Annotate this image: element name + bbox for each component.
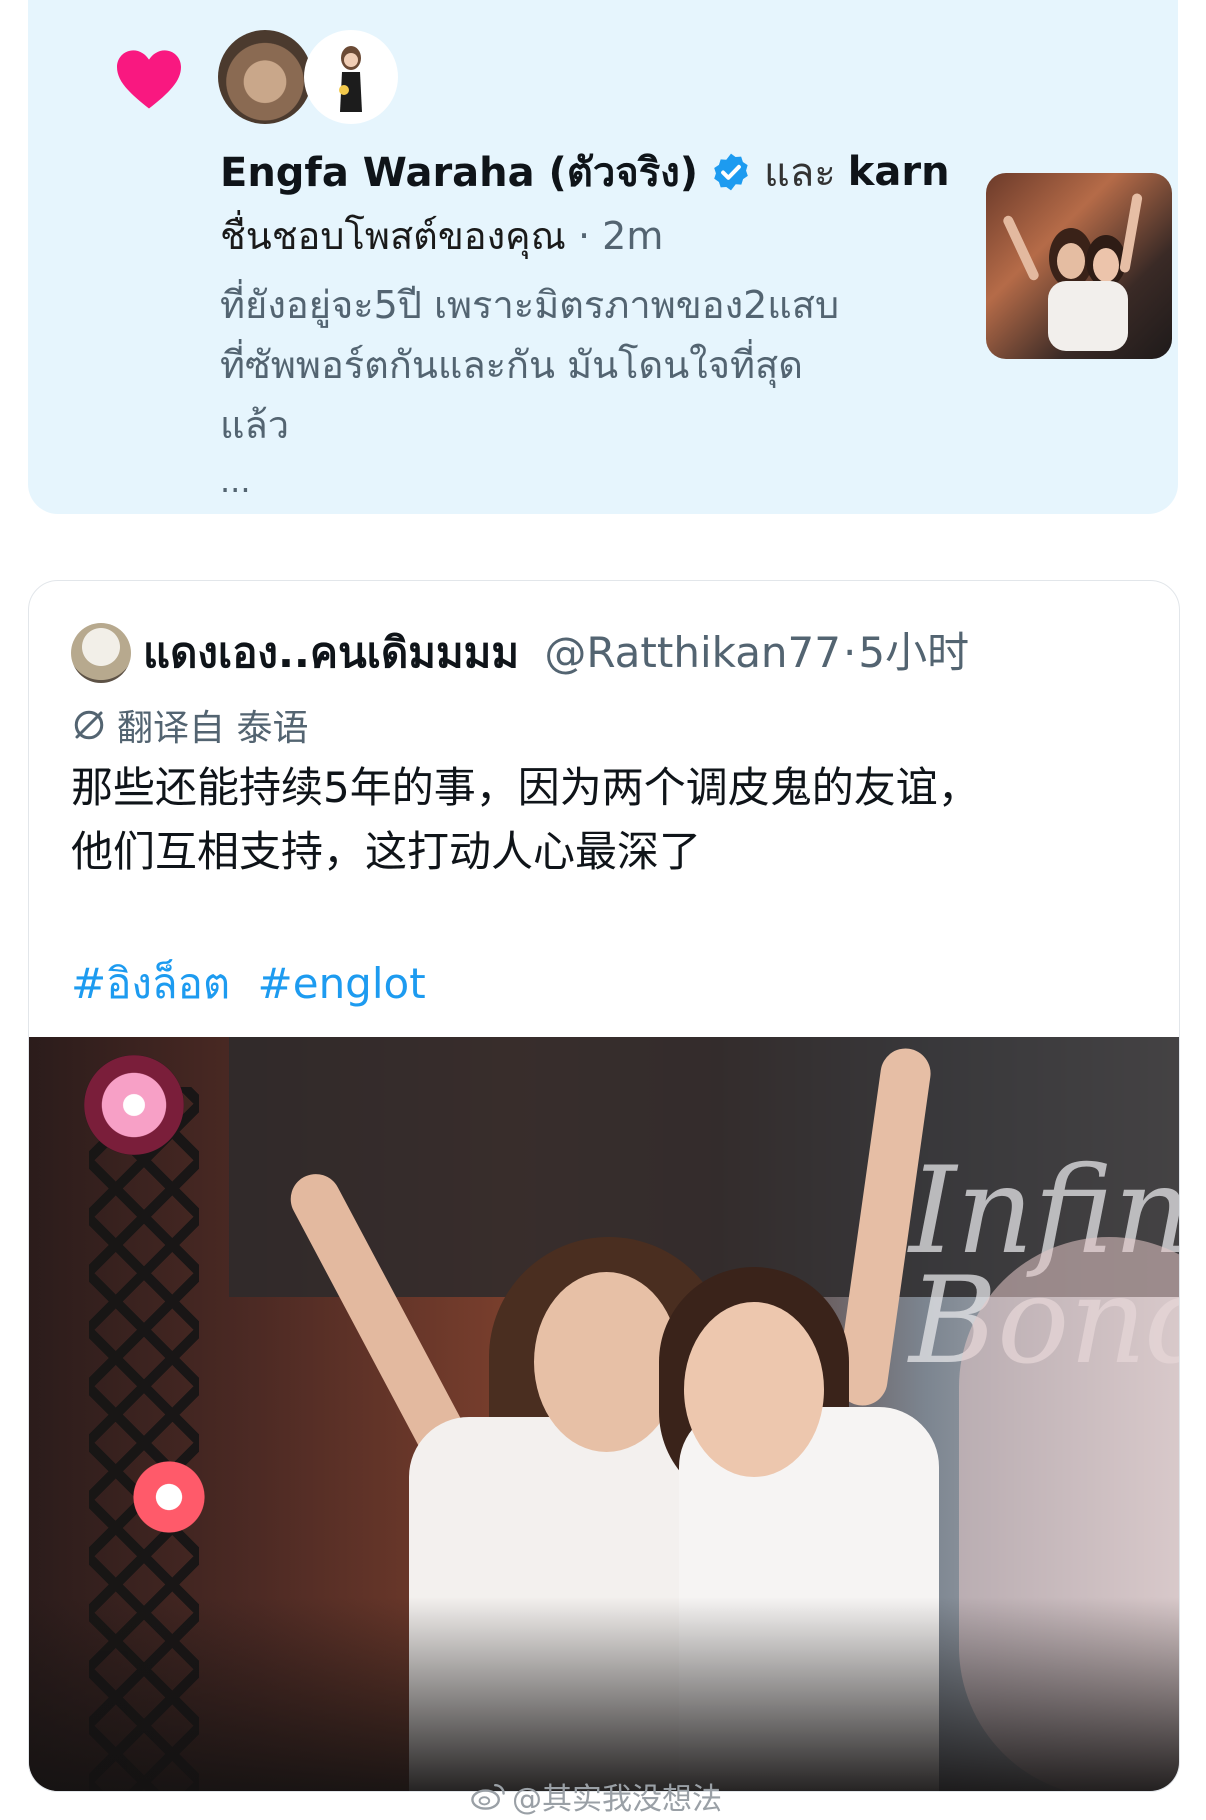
heart-icon [117, 50, 181, 109]
tweet-text-line: 那些还能持续5年的事，因为两个调皮鬼的友谊， [71, 763, 980, 812]
separator-dot: · [843, 628, 857, 677]
actor-avatar-karn[interactable] [304, 30, 398, 124]
hashtag-link[interactable]: #englot [258, 959, 426, 1008]
preview-ellipsis: ... [220, 462, 251, 500]
author-display-name[interactable]: แดงเอง..คนเดิมมมม [143, 628, 519, 677]
stage-light [129, 1447, 209, 1547]
watermark-text: @其实我没想法 [512, 1782, 722, 1817]
actor2-name[interactable]: karn [848, 149, 950, 195]
crowd-foreground [29, 1597, 1179, 1791]
preview-line: ที่ยังอยู่จะ5ปี เพราะมิตรภาพของ2แสบ [220, 283, 840, 327]
hashtag-link[interactable]: #อิงล็อต [71, 959, 230, 1008]
tweet-text: 那些还能持续5年的事，因为两个调皮鬼的友谊， 他们互相支持，这打动人心最深了 [71, 756, 1151, 884]
verified-badge-icon [714, 153, 748, 191]
author-handle[interactable]: @Ratthikan77 [544, 628, 841, 677]
translation-label: 翻译自 泰语 [117, 708, 309, 749]
tweet-time[interactable]: 5小时 [858, 628, 969, 677]
quoted-tweet-card[interactable]: แดงเอง..คนเดิมมมม @Ratthikan77·5小时 翻译自 泰… [28, 580, 1180, 1792]
weibo-logo-icon [471, 1783, 505, 1810]
tweet-photo[interactable]: Infini Bond [29, 1037, 1179, 1791]
preview-line: ที่ซัพพอร์ตกันและกัน มันโดนใจที่สุด [220, 343, 803, 387]
tweet-text-line: 他们互相支持，这打动人心最深了 [71, 827, 702, 876]
stage-light [84, 1055, 184, 1155]
translate-icon [74, 710, 104, 740]
notification-post-preview: ที่ยังอยู่จะ5ปี เพราะมิตรภาพของ2แสบ ที่ซ… [220, 275, 940, 455]
actor1-name[interactable]: Engfa Waraha (ตัวจริง) [220, 140, 698, 204]
thumbnail-photo [1003, 193, 1143, 351]
notification-title: Engfa Waraha (ตัวจริง) และ karn [220, 140, 950, 204]
actor-avatar-engfa[interactable] [218, 30, 312, 124]
person-right-face [684, 1302, 824, 1477]
hashtag-row: #อิงล็อต #englot [71, 951, 440, 1017]
notification-time: 2m [602, 214, 664, 258]
conjunction: และ [764, 150, 836, 196]
person-left-face [534, 1272, 679, 1452]
post-thumbnail[interactable] [986, 173, 1172, 359]
like-notification-card[interactable]: Engfa Waraha (ตัวจริง) และ karn ชื่นชอบโ… [28, 0, 1178, 514]
tweet-header: แดงเอง..คนเดิมมมม @Ratthikan77·5小时 [143, 623, 969, 683]
preview-line: แล้ว [220, 403, 290, 447]
translation-note[interactable]: 翻译自 泰语 [71, 699, 308, 751]
notification-action: ชื่นชอบโพสต์ของคุณ [220, 214, 566, 258]
figure-illustration [339, 46, 362, 112]
author-avatar[interactable] [71, 623, 131, 683]
separator-dot: · [577, 214, 591, 258]
notification-action-line: ชื่นชอบโพสต์ของคุณ · 2m [220, 205, 663, 266]
watermark: @其实我没想法 [470, 1774, 722, 1818]
